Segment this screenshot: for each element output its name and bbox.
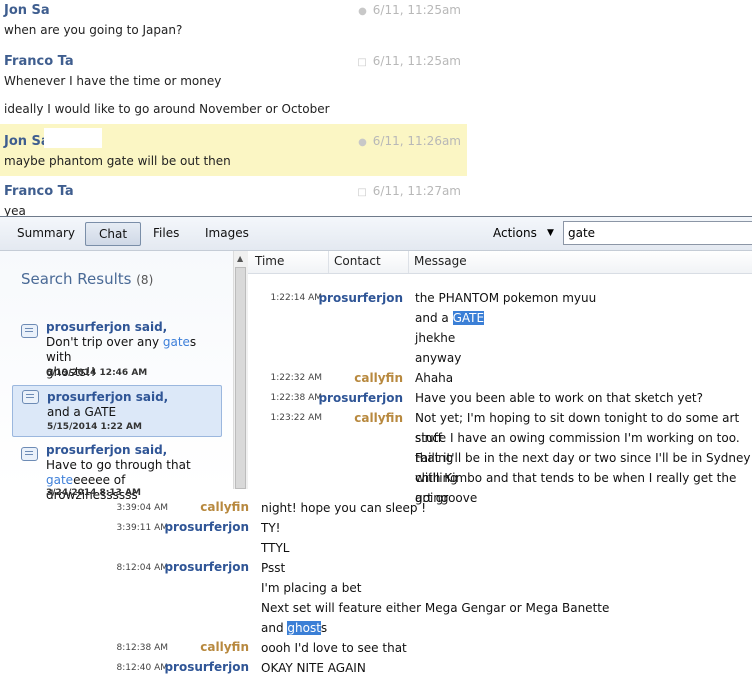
row-contact: prosurferjon: [318, 291, 403, 305]
sender-name: Jon Sa: [4, 3, 50, 18]
log-message: TTYL: [261, 541, 290, 555]
message-text: Whenever I have the time or money: [4, 74, 222, 88]
row-message: Ahaha: [415, 371, 454, 385]
chat-bubble-icon: [21, 324, 38, 338]
chat-message: Franco Ta □ 6/11, 11:25am Whenever I have…: [0, 46, 467, 124]
message-timestamp: □ 6/11, 11:25am: [357, 54, 461, 68]
row-message: jhekhe: [415, 331, 456, 345]
row-contact: callyfin: [354, 371, 403, 385]
actions-menu[interactable]: Actions: [493, 222, 537, 244]
log-contact: prosurferjon: [164, 560, 249, 574]
message-timestamp: □ 6/11, 11:27am: [357, 184, 461, 198]
message-text: yea: [4, 204, 26, 216]
chat-bubble-icon: [21, 447, 38, 461]
sender-name: Jon Sa: [4, 134, 50, 149]
scroll-up-icon[interactable]: ▲: [237, 254, 243, 263]
tab-summary[interactable]: Summary: [13, 222, 79, 244]
result-sender: prosurferjon said,: [46, 443, 168, 457]
scrollbar[interactable]: ▲: [233, 251, 248, 489]
tab-chat[interactable]: Chat: [85, 222, 142, 246]
column-header-message[interactable]: Message: [414, 254, 467, 268]
scrollbar-thumb[interactable]: [235, 267, 246, 489]
result-date: 6/19/2014 12:46 AM: [46, 368, 148, 378]
message-timestamp: ● 6/11, 11:25am: [358, 3, 461, 17]
message-text: when are you going to Japan?: [4, 23, 183, 37]
search-window: Summary Chat Files Images Actions ▼ Sear…: [0, 216, 752, 505]
search-results-title: Search Results (8): [21, 270, 154, 288]
search-input[interactable]: [563, 221, 752, 245]
log-message: oooh I'd love to see that: [261, 641, 407, 655]
sender-name: Franco Ta: [4, 54, 74, 69]
results-grid-header: Time Contact Message: [248, 251, 752, 274]
search-result-item[interactable]: prosurferjon said, Don't trip over any g…: [12, 320, 220, 380]
tab-files[interactable]: Files: [149, 222, 183, 244]
tab-images[interactable]: Images: [201, 222, 253, 244]
search-results-pane: Search Results (8) prosurferjon said, Do…: [0, 251, 234, 502]
result-date: 3/24/2014 8:13 AM: [46, 488, 141, 498]
log-message: OKAY NITE AGAIN: [261, 661, 366, 675]
log-message: I'm placing a bet: [261, 581, 362, 595]
column-header-contact[interactable]: Contact: [334, 254, 381, 268]
toolbar: Summary Chat Files Images Actions ▼: [0, 217, 752, 251]
message-text: ideally I would like to go around Novemb…: [4, 102, 330, 116]
message-timestamp: ● 6/11, 11:26am: [358, 134, 461, 148]
log-message: and ghosts: [261, 621, 328, 635]
chevron-down-icon[interactable]: ▼: [547, 222, 554, 244]
log-message: night! hope you can sleep !: [261, 501, 427, 515]
pin-icon: ●: [358, 137, 367, 148]
log-contact: prosurferjon: [164, 660, 249, 674]
log-message: TY!: [261, 521, 281, 535]
comment-icon: □: [357, 187, 367, 198]
message-text: maybe phantom gate will be out then: [4, 154, 231, 168]
row-message: Not yet; I'm hoping to sit down tonight …: [415, 411, 751, 505]
log-message: Next set will feature either Mega Gengar…: [261, 601, 610, 615]
result-date: 5/15/2014 1:22 AM: [47, 422, 142, 432]
log-contact: prosurferjon: [164, 520, 249, 534]
result-sender: prosurferjon said,: [47, 390, 169, 404]
column-header-time[interactable]: Time: [255, 254, 284, 268]
comment-icon: □: [357, 57, 367, 68]
search-result-item[interactable]: prosurferjon said, Have to go through th…: [12, 443, 220, 503]
pin-icon: ●: [358, 6, 367, 17]
chat-message: Franco Ta □ 6/11, 11:27am yea: [0, 176, 467, 216]
log-message: Psst: [261, 561, 286, 575]
row-message: the PHANTOM pokemon myuu: [415, 291, 597, 305]
sender-name: Franco Ta: [4, 184, 74, 199]
log-contact: callyfin: [200, 640, 249, 654]
log-contact: callyfin: [200, 500, 249, 514]
row-message: Have you been able to work on that sketc…: [415, 391, 703, 405]
row-message: anyway: [415, 351, 462, 365]
row-contact: prosurferjon: [318, 391, 403, 405]
chat-message: Jon Sa ● 6/11, 11:25am when are you going…: [0, 0, 467, 46]
result-snippet: and a GATE: [47, 405, 117, 419]
row-message: and a GATE: [415, 311, 485, 325]
chat-bubble-icon: [22, 390, 39, 404]
result-sender: prosurferjon said,: [46, 320, 168, 334]
redaction-box: [44, 128, 102, 148]
search-result-item-selected[interactable]: prosurferjon said, and a GATE 5/15/2014 …: [12, 385, 222, 437]
row-contact: callyfin: [354, 411, 403, 425]
